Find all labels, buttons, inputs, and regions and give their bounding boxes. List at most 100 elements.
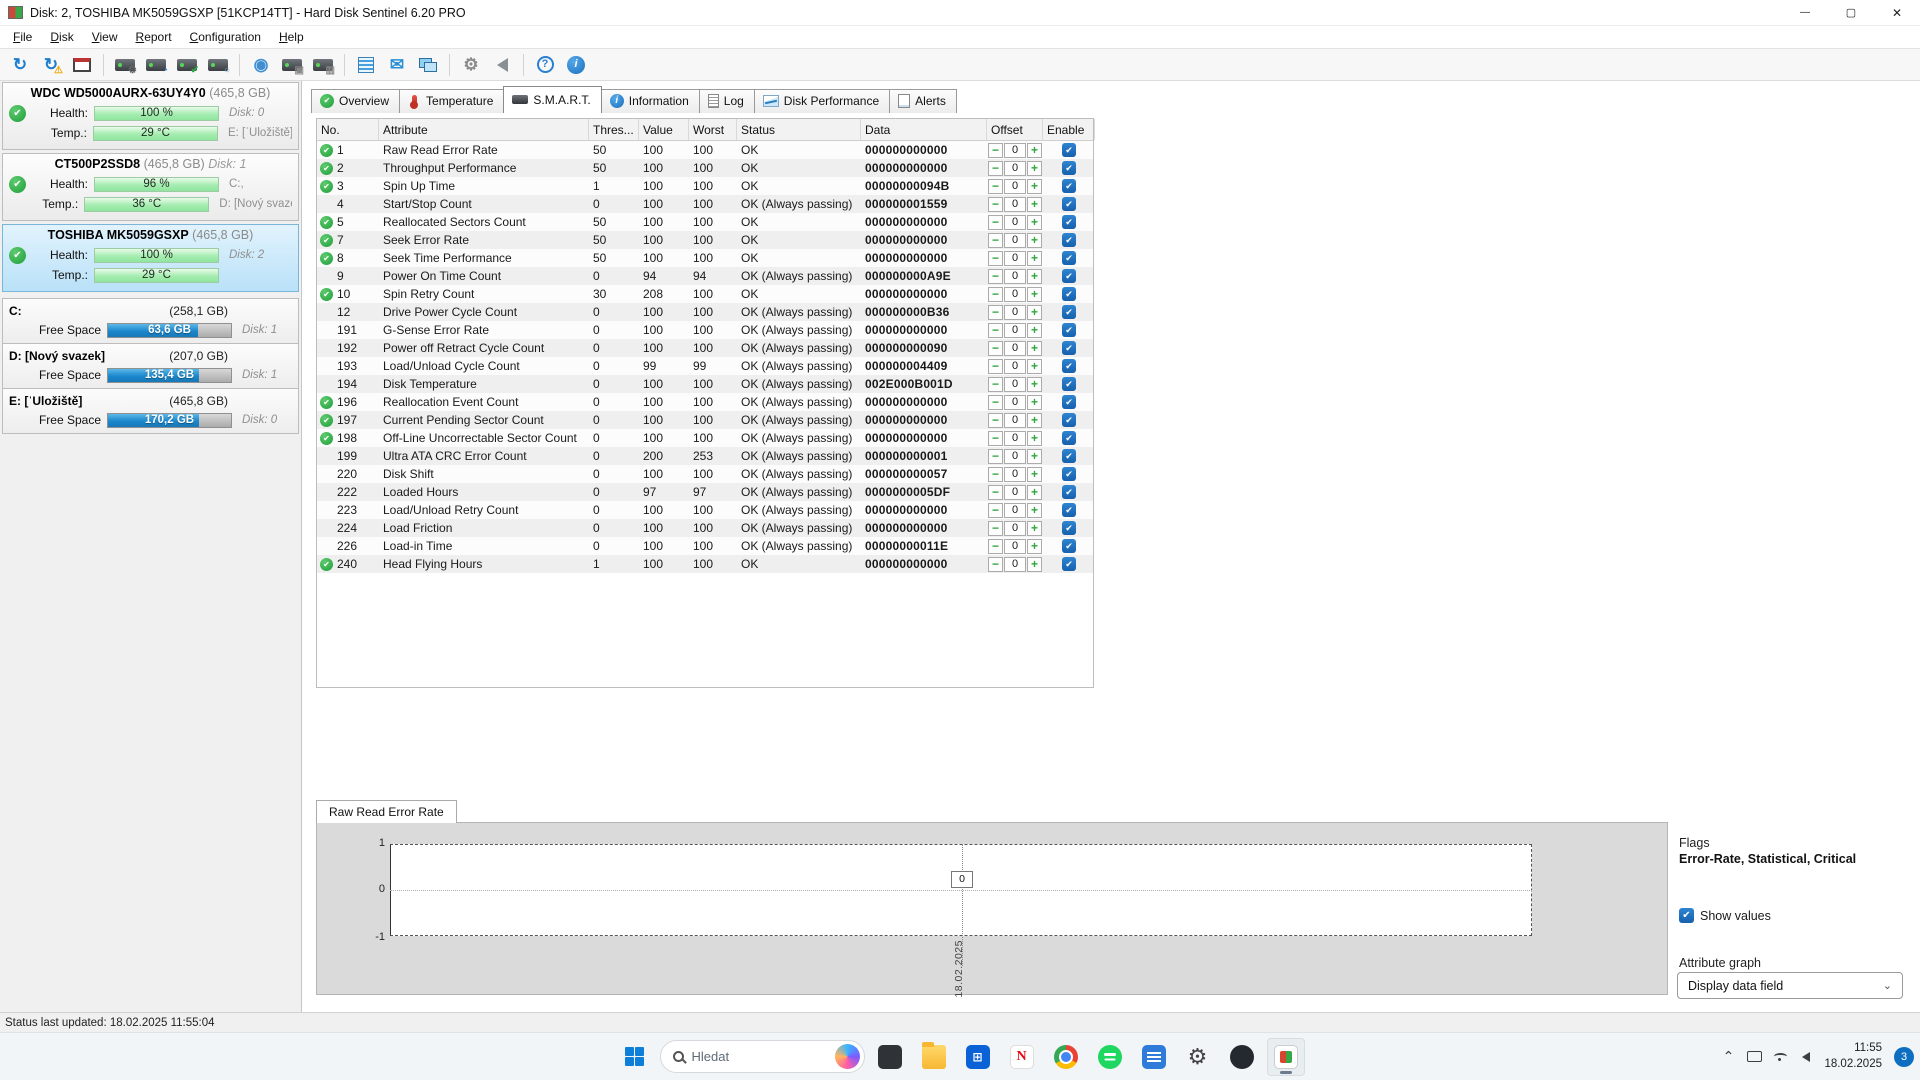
partition-panel[interactable]: D: [Nový svazek] (207,0 GB) Free Space 1… bbox=[2, 343, 299, 389]
enable-checkbox[interactable] bbox=[1062, 305, 1076, 319]
offset-increase-button[interactable] bbox=[1027, 179, 1042, 194]
menu-item[interactable]: Configuration bbox=[181, 28, 270, 46]
taskbar-clock[interactable]: 11:55 18.02.2025 bbox=[1824, 1041, 1882, 1072]
offset-value-field[interactable]: 0 bbox=[1004, 341, 1026, 356]
offset-decrease-button[interactable] bbox=[988, 449, 1003, 464]
attribute-row[interactable]: 4 Start/Stop Count 0 100 100 OK (Always … bbox=[317, 195, 1093, 213]
globe-icon[interactable]: ◉ bbox=[247, 52, 275, 78]
tray-volume-icon[interactable] bbox=[1802, 1052, 1810, 1062]
col-offset[interactable]: Offset bbox=[987, 119, 1043, 140]
menu-item[interactable]: View bbox=[83, 28, 127, 46]
attribute-row[interactable]: 192 Power off Retract Cycle Count 0 100 … bbox=[317, 339, 1093, 357]
offset-value-field[interactable]: 0 bbox=[1004, 305, 1026, 320]
settings-gear-icon[interactable]: ⚙ bbox=[457, 52, 485, 78]
taskbar-notes-icon[interactable] bbox=[1135, 1038, 1173, 1076]
info-icon[interactable]: i bbox=[562, 52, 590, 78]
tab[interactable]: Information bbox=[601, 89, 700, 113]
report-window-icon[interactable] bbox=[68, 52, 96, 78]
col-threshold[interactable]: Thres... bbox=[589, 119, 639, 140]
offset-decrease-button[interactable] bbox=[988, 521, 1003, 536]
tray-chevron-up-icon[interactable] bbox=[1720, 1048, 1736, 1065]
disk-panel[interactable]: TOSHIBA MK5059GSXP (465,8 GB) Health: 10… bbox=[2, 224, 299, 292]
offset-value-field[interactable]: 0 bbox=[1004, 359, 1026, 374]
offset-value-field[interactable]: 0 bbox=[1004, 467, 1026, 482]
col-value[interactable]: Value bbox=[639, 119, 689, 140]
refresh-warning-icon[interactable]: ↻⚠ bbox=[37, 52, 65, 78]
offset-decrease-button[interactable] bbox=[988, 395, 1003, 410]
enable-checkbox[interactable] bbox=[1062, 449, 1076, 463]
tab[interactable]: Alerts bbox=[889, 89, 957, 113]
enable-checkbox[interactable] bbox=[1062, 143, 1076, 157]
tray-wifi-icon[interactable] bbox=[1774, 1053, 1787, 1060]
help-icon[interactable]: ? bbox=[531, 52, 559, 78]
disk-panel[interactable]: WDC WD5000AURX-63UY4Y0 (465,8 GB) Health… bbox=[2, 82, 299, 150]
offset-value-field[interactable]: 0 bbox=[1004, 557, 1026, 572]
enable-checkbox[interactable] bbox=[1062, 557, 1076, 571]
tab[interactable]: Overview bbox=[311, 89, 400, 113]
attribute-row[interactable]: 224 Load Friction 0 100 100 OK (Always p… bbox=[317, 519, 1093, 537]
partition-panel[interactable]: C: (258,1 GB) Free Space 63,6 GB Disk: 1 bbox=[2, 298, 299, 344]
disk-check-icon[interactable]: ✔ bbox=[173, 52, 201, 78]
offset-increase-button[interactable] bbox=[1027, 215, 1042, 230]
minimize-button[interactable] bbox=[1782, 0, 1828, 25]
enable-checkbox[interactable] bbox=[1062, 539, 1076, 553]
attribute-row[interactable]: 226 Load-in Time 0 100 100 OK (Always pa… bbox=[317, 537, 1093, 555]
attribute-row[interactable]: 220 Disk Shift 0 100 100 OK (Always pass… bbox=[317, 465, 1093, 483]
offset-decrease-button[interactable] bbox=[988, 323, 1003, 338]
offset-increase-button[interactable] bbox=[1027, 485, 1042, 500]
offset-increase-button[interactable] bbox=[1027, 233, 1042, 248]
notepad-icon[interactable] bbox=[352, 52, 380, 78]
attribute-row[interactable]: 10 Spin Retry Count 30 208 100 OK 000000… bbox=[317, 285, 1093, 303]
col-attribute[interactable]: Attribute bbox=[379, 119, 589, 140]
offset-increase-button[interactable] bbox=[1027, 341, 1042, 356]
tab[interactable]: S.M.A.R.T. bbox=[503, 86, 601, 113]
close-button[interactable] bbox=[1874, 0, 1920, 25]
offset-value-field[interactable]: 0 bbox=[1004, 269, 1026, 284]
start-button[interactable] bbox=[616, 1038, 654, 1076]
col-enable[interactable]: Enable bbox=[1043, 119, 1095, 140]
offset-increase-button[interactable] bbox=[1027, 377, 1042, 392]
taskbar-file-explorer-icon[interactable] bbox=[915, 1038, 953, 1076]
attribute-row[interactable]: 2 Throughput Performance 50 100 100 OK 0… bbox=[317, 159, 1093, 177]
attribute-row[interactable]: 198 Off-Line Uncorrectable Sector Count … bbox=[317, 429, 1093, 447]
enable-checkbox[interactable] bbox=[1062, 251, 1076, 265]
offset-decrease-button[interactable] bbox=[988, 467, 1003, 482]
offset-decrease-button[interactable] bbox=[988, 413, 1003, 428]
enable-checkbox[interactable] bbox=[1062, 431, 1076, 445]
attribute-row[interactable]: 194 Disk Temperature 0 100 100 OK (Alway… bbox=[317, 375, 1093, 393]
enable-checkbox[interactable] bbox=[1062, 269, 1076, 283]
offset-increase-button[interactable] bbox=[1027, 467, 1042, 482]
offset-increase-button[interactable] bbox=[1027, 521, 1042, 536]
col-data[interactable]: Data bbox=[861, 119, 987, 140]
show-values-checkbox[interactable] bbox=[1679, 908, 1694, 923]
taskbar-search[interactable] bbox=[660, 1040, 865, 1073]
attribute-row[interactable]: 199 Ultra ATA CRC Error Count 0 200 253 … bbox=[317, 447, 1093, 465]
notification-badge[interactable]: 3 bbox=[1894, 1047, 1914, 1067]
offset-decrease-button[interactable] bbox=[988, 215, 1003, 230]
attribute-row[interactable]: 240 Head Flying Hours 1 100 100 OK 00000… bbox=[317, 555, 1093, 573]
tab[interactable]: Temperature bbox=[399, 89, 504, 113]
attribute-row[interactable]: 193 Load/Unload Cycle Count 0 99 99 OK (… bbox=[317, 357, 1093, 375]
disk-search-icon[interactable]: ○ bbox=[204, 52, 232, 78]
offset-value-field[interactable]: 0 bbox=[1004, 251, 1026, 266]
offset-decrease-button[interactable] bbox=[988, 269, 1003, 284]
disk-camera-icon[interactable]: ▣ bbox=[278, 52, 306, 78]
enable-checkbox[interactable] bbox=[1062, 341, 1076, 355]
menu-item[interactable]: Disk bbox=[41, 28, 82, 46]
enable-checkbox[interactable] bbox=[1062, 413, 1076, 427]
offset-increase-button[interactable] bbox=[1027, 431, 1042, 446]
taskbar-app-window-icon[interactable] bbox=[871, 1038, 909, 1076]
offset-value-field[interactable]: 0 bbox=[1004, 143, 1026, 158]
offset-increase-button[interactable] bbox=[1027, 251, 1042, 266]
offset-increase-button[interactable] bbox=[1027, 413, 1042, 428]
offset-decrease-button[interactable] bbox=[988, 557, 1003, 572]
offset-value-field[interactable]: 0 bbox=[1004, 215, 1026, 230]
offset-decrease-button[interactable] bbox=[988, 143, 1003, 158]
attribute-row[interactable]: 9 Power On Time Count 0 94 94 OK (Always… bbox=[317, 267, 1093, 285]
taskbar-settings-icon[interactable] bbox=[1179, 1038, 1217, 1076]
col-no[interactable]: No. bbox=[317, 119, 379, 140]
offset-increase-button[interactable] bbox=[1027, 449, 1042, 464]
offset-increase-button[interactable] bbox=[1027, 161, 1042, 176]
offset-increase-button[interactable] bbox=[1027, 539, 1042, 554]
offset-value-field[interactable]: 0 bbox=[1004, 179, 1026, 194]
